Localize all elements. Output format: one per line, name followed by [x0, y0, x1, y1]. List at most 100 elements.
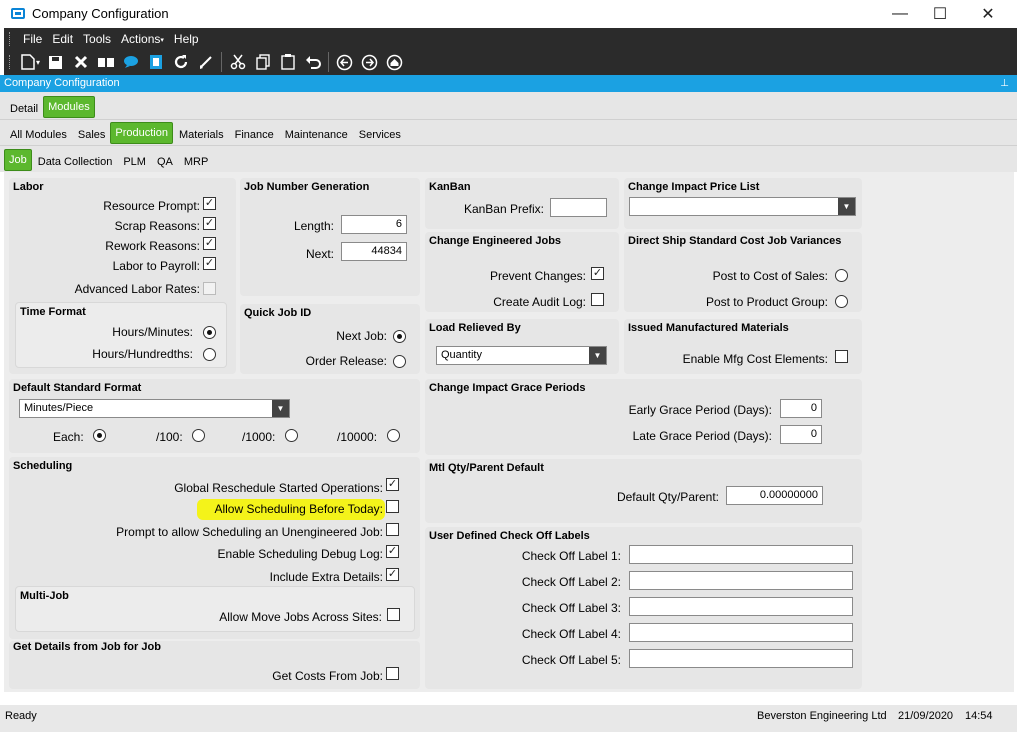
pin-icon[interactable]: ⊥ — [1000, 75, 1009, 92]
copy-icon[interactable] — [250, 51, 275, 73]
check-off-input-5[interactable] — [629, 649, 853, 668]
group-title: Load Relieved By — [429, 322, 521, 334]
next-job-label: Next Job: — [336, 329, 387, 343]
extra-details-checkbox[interactable]: ✓ — [386, 568, 399, 581]
chevron-down-icon: ▼ — [589, 347, 606, 364]
tab-services[interactable]: Services — [353, 123, 406, 145]
maximize-button[interactable]: ☐ — [917, 0, 963, 28]
each-radio[interactable] — [93, 429, 106, 442]
home-icon[interactable] — [382, 51, 407, 73]
early-grace-input[interactable]: 0 — [780, 399, 822, 418]
check-off-group: User Defined Check Off Labels Check Off … — [425, 527, 862, 689]
get-costs-label: Get Costs From Job: — [272, 669, 383, 683]
open-book-icon[interactable] — [93, 51, 118, 73]
kanban-prefix-input[interactable] — [550, 198, 607, 217]
group-title: Issued Manufactured Materials — [628, 322, 789, 334]
check-off-label-1: Check Off Label 1: — [521, 549, 621, 563]
menu-edit[interactable]: Edit — [47, 32, 78, 46]
group-title: KanBan — [429, 181, 471, 193]
post-cost-sales-radio[interactable] — [835, 269, 848, 282]
debug-log-checkbox[interactable]: ✓ — [386, 545, 399, 558]
length-input[interactable]: 6 — [341, 215, 407, 234]
tab-production[interactable]: Production — [110, 122, 173, 144]
attachment-icon[interactable] — [143, 51, 168, 73]
group-title: Job Number Generation — [244, 181, 370, 193]
allow-before-today-checkbox[interactable] — [386, 500, 399, 513]
labor-to-payroll-label: Labor to Payroll: — [112, 259, 200, 273]
status-time: 14:54 — [965, 710, 993, 722]
issued-mfg-group: Issued Manufactured Materials Enable Mfg… — [624, 319, 862, 374]
menu-actions[interactable]: Actions▾ — [116, 32, 169, 46]
get-costs-checkbox[interactable] — [386, 667, 399, 680]
prevent-changes-label: Prevent Changes: — [489, 269, 586, 283]
tab-all-modules[interactable]: All Modules — [4, 123, 72, 145]
tab-materials[interactable]: Materials — [173, 123, 229, 145]
close-button[interactable]: ✕ — [965, 0, 1011, 28]
qty-parent-input[interactable]: 0.00000000 — [726, 486, 823, 505]
prompt-unengineered-checkbox[interactable] — [386, 523, 399, 536]
next-input[interactable]: 44834 — [341, 242, 407, 261]
hours-hundredths-radio[interactable] — [203, 348, 216, 361]
new-icon[interactable]: ▾ — [18, 51, 43, 73]
per1000-radio[interactable] — [285, 429, 298, 442]
enable-cost-elements-checkbox[interactable] — [835, 350, 848, 363]
create-audit-log-checkbox[interactable] — [591, 293, 604, 306]
paste-icon[interactable] — [275, 51, 300, 73]
kanban-prefix-label: KanBan Prefix: — [463, 202, 544, 216]
previous-icon[interactable] — [332, 51, 357, 73]
price-list-select[interactable]: ▼ — [629, 197, 856, 216]
chat-icon[interactable] — [118, 51, 143, 73]
qty-parent-label: Default Qty/Parent: — [616, 490, 719, 504]
check-off-input-1[interactable] — [629, 545, 853, 564]
per10000-label: /10000: — [337, 430, 378, 444]
std-format-select[interactable]: Minutes/Piece ▼ — [19, 399, 290, 418]
tab-sales[interactable]: Sales — [72, 123, 111, 145]
check-off-input-3[interactable] — [629, 597, 853, 616]
debug-log-label: Enable Scheduling Debug Log: — [217, 547, 383, 561]
load-relieved-select[interactable]: Quantity ▼ — [436, 346, 607, 365]
tab-detail[interactable]: Detail — [4, 97, 43, 119]
menu-tools[interactable]: Tools — [78, 32, 116, 46]
labor-to-payroll-checkbox[interactable]: ✓ — [203, 257, 216, 270]
clear-icon[interactable] — [193, 51, 218, 73]
next-job-radio[interactable] — [393, 330, 406, 343]
resource-prompt-checkbox[interactable]: ✓ — [203, 197, 216, 210]
menu-file[interactable]: File — [18, 32, 47, 46]
chevron-down-icon: ▼ — [838, 198, 855, 215]
post-product-group-radio[interactable] — [835, 295, 848, 308]
hours-hundredths-label: Hours/Hundredths: — [92, 347, 193, 361]
quick-job-group: Quick Job ID Next Job: Order Release: — [240, 304, 420, 374]
tab-data-collection[interactable]: Data Collection — [32, 150, 118, 172]
delete-icon[interactable] — [68, 51, 93, 73]
order-release-radio[interactable] — [393, 355, 406, 368]
undo-icon[interactable] — [300, 51, 325, 73]
scrap-reasons-checkbox[interactable]: ✓ — [203, 217, 216, 230]
refresh-icon[interactable] — [168, 51, 193, 73]
late-grace-input[interactable]: 0 — [780, 425, 822, 444]
tab-plm[interactable]: PLM — [117, 150, 151, 172]
tab-modules[interactable]: Modules — [43, 96, 95, 118]
per10000-radio[interactable] — [387, 429, 400, 442]
hours-minutes-radio[interactable] — [203, 326, 216, 339]
tab-mrp[interactable]: MRP — [178, 150, 213, 172]
tab-qa[interactable]: QA — [151, 150, 178, 172]
tabs-level3: Job Data Collection PLM QA MRP — [0, 145, 1017, 172]
menu-help[interactable]: Help — [169, 32, 204, 46]
tab-job[interactable]: Job — [4, 149, 32, 171]
rework-reasons-checkbox[interactable]: ✓ — [203, 237, 216, 250]
global-reschedule-label: Global Reschedule Started Operations: — [174, 481, 383, 495]
tab-maintenance[interactable]: Maintenance — [279, 123, 353, 145]
prevent-changes-checkbox[interactable]: ✓ — [591, 267, 604, 280]
allow-move-checkbox[interactable] — [387, 608, 400, 621]
check-off-input-4[interactable] — [629, 623, 853, 642]
next-icon[interactable] — [357, 51, 382, 73]
tab-finance[interactable]: Finance — [229, 123, 279, 145]
kanban-group: KanBan KanBan Prefix: — [425, 178, 619, 229]
default-std-format-group: Default Standard Format Minutes/Piece ▼ E… — [9, 379, 420, 453]
group-title: Direct Ship Standard Cost Job Variances — [628, 235, 842, 247]
global-reschedule-checkbox[interactable]: ✓ — [386, 478, 399, 491]
save-icon[interactable] — [43, 51, 68, 73]
per100-radio[interactable] — [192, 429, 205, 442]
check-off-input-2[interactable] — [629, 571, 853, 590]
cut-icon[interactable] — [225, 51, 250, 73]
